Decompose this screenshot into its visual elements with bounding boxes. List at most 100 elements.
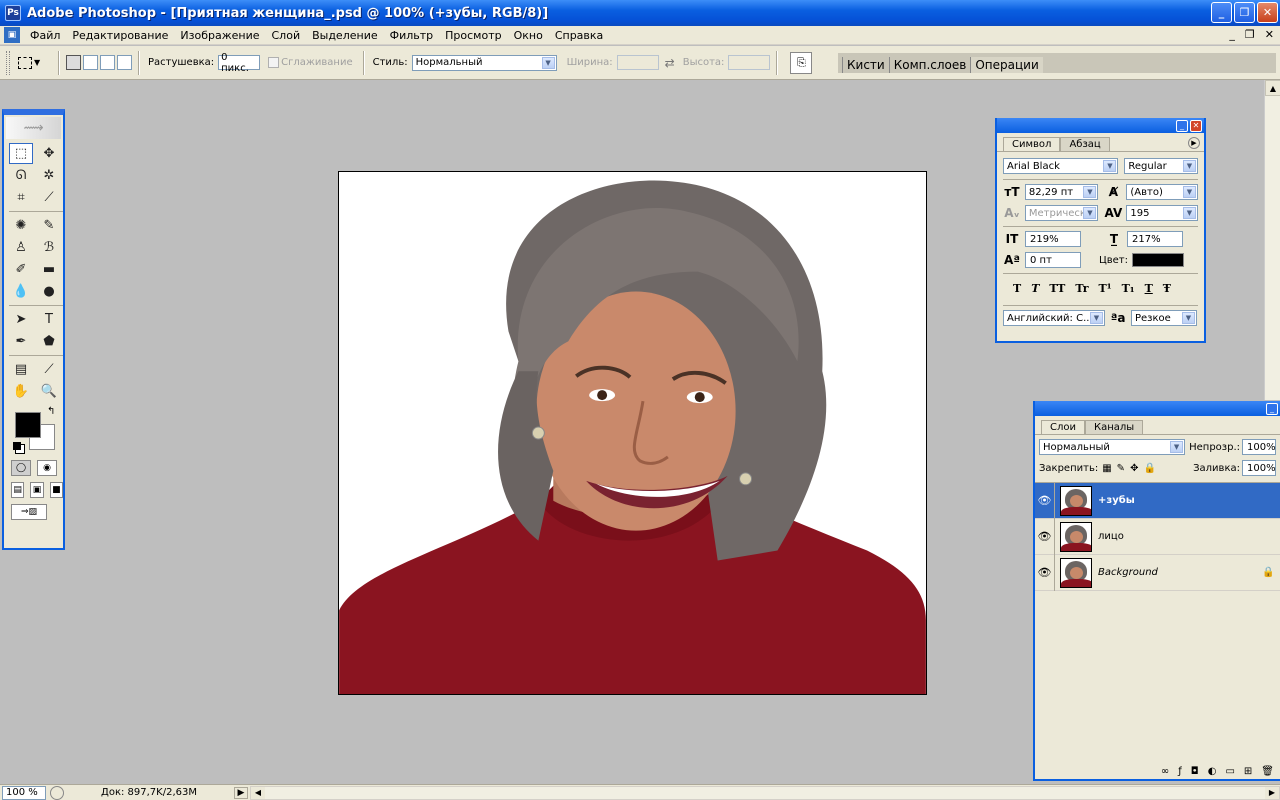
tab-paragraph[interactable]: Абзац [1060, 137, 1110, 151]
all-caps-button[interactable]: TT [1049, 282, 1065, 295]
feather-input[interactable]: 0 пикс. [218, 52, 261, 74]
text-color-swatch[interactable] [1132, 253, 1185, 267]
crop-icon[interactable]: ⌗ [9, 187, 33, 208]
status-info-icon[interactable] [50, 785, 64, 800]
options-grip[interactable] [6, 50, 10, 75]
minimize-button[interactable]: _ [1211, 2, 1232, 23]
lock-transparent-icon[interactable]: ▦ [1102, 463, 1111, 474]
screen-mode-standard-button[interactable]: ▤ [11, 482, 25, 498]
menu-select[interactable]: Выделение [306, 29, 384, 42]
swap-icon[interactable]: ⇄ [665, 56, 675, 70]
document-icon[interactable]: ▣ [4, 27, 20, 43]
layer-row[interactable]: 👁 Background 🔒 [1035, 554, 1280, 591]
intersect-selection-button[interactable] [117, 55, 132, 70]
doc-minimize-button[interactable]: _ [1229, 28, 1235, 41]
lock-position-icon[interactable]: ✥ [1130, 463, 1138, 474]
close-button[interactable]: ✕ [1257, 2, 1278, 23]
eyedropper-icon[interactable]: ⟋ [37, 359, 61, 380]
screen-mode-full-menu-button[interactable]: ▣ [30, 482, 44, 498]
menu-window[interactable]: Окно [508, 29, 549, 42]
tracking-select[interactable]: 195 ▼ [1126, 205, 1198, 221]
language-select[interactable]: Английский: С... ▼ [1003, 310, 1105, 326]
default-colors-icon[interactable] [13, 442, 21, 450]
notes-icon[interactable]: ▤ [9, 359, 33, 380]
layer-style-icon[interactable]: ƒ [1178, 766, 1182, 777]
baseline-shift-input[interactable]: 0 пт [1025, 252, 1081, 268]
brush-icon[interactable]: ✎ [37, 215, 61, 236]
superscript-button[interactable]: T¹ [1099, 282, 1112, 295]
swap-colors-icon[interactable]: ↰ [47, 406, 55, 417]
slice-icon[interactable]: ⟋ [37, 187, 61, 208]
adjustment-layer-icon[interactable]: ◐ [1208, 766, 1217, 777]
layer-row[interactable]: 👁 лицо [1035, 518, 1280, 555]
palette-close-icon[interactable]: ✕ [1190, 119, 1202, 132]
eye-icon[interactable]: 👁 [1035, 518, 1055, 555]
tab-channels[interactable]: Каналы [1085, 420, 1144, 434]
menu-edit[interactable]: Редактирование [66, 29, 174, 42]
lock-image-icon[interactable]: ✎ [1117, 463, 1125, 474]
fill-input[interactable]: 100% [1242, 460, 1276, 476]
scroll-right-icon[interactable]: ▶ [1265, 786, 1279, 799]
layer-row[interactable]: 👁 +зубы [1035, 482, 1280, 519]
menu-image[interactable]: Изображение [174, 29, 265, 42]
tab-layers[interactable]: Слои [1041, 420, 1085, 434]
delete-layer-icon[interactable]: 🗑 [1261, 766, 1274, 777]
doc-close-button[interactable]: ✕ [1265, 28, 1274, 41]
dodge-icon[interactable]: ● [37, 281, 61, 302]
palette-menu-icon[interactable]: ▶ [1188, 137, 1200, 149]
new-group-icon[interactable]: ▭ [1225, 766, 1234, 777]
underline-button[interactable]: T [1145, 282, 1153, 295]
pen-icon[interactable]: ✒ [9, 331, 33, 352]
doc-restore-button[interactable]: ❐ [1245, 28, 1255, 41]
restore-button[interactable]: ❐ [1234, 2, 1255, 23]
screen-mode-full-button[interactable]: ■ [49, 482, 63, 498]
marquee-icon[interactable]: ⬚ [9, 143, 33, 164]
type-icon[interactable]: T [37, 309, 61, 330]
font-family-select[interactable]: Arial Black ▼ [1003, 158, 1119, 174]
file-browser-icon[interactable]: ⎘ [790, 51, 813, 74]
faux-bold-button[interactable]: T [1013, 282, 1021, 295]
well-tab-actions[interactable]: Операции [970, 57, 1043, 73]
menu-filter[interactable]: Фильтр [384, 29, 440, 42]
faux-italic-button[interactable]: T [1031, 282, 1039, 295]
new-selection-button[interactable] [66, 55, 81, 70]
antialias-select[interactable]: Резкое ▼ [1131, 310, 1197, 326]
zoom-input[interactable]: 100 % [2, 785, 46, 800]
subscript-button[interactable]: T₁ [1122, 282, 1135, 295]
eraser-icon[interactable]: ✐ [9, 259, 33, 280]
small-caps-button[interactable]: Tr [1075, 282, 1088, 295]
opacity-input[interactable]: 100% [1242, 439, 1276, 455]
height-input[interactable] [728, 55, 771, 70]
hand-icon[interactable]: ✋ [9, 381, 33, 402]
menu-layer[interactable]: Слой [266, 29, 307, 42]
quickmask-mode-button[interactable]: ◉ [37, 460, 57, 476]
character-palette-titlebar[interactable]: _ ✕ [997, 118, 1204, 133]
lasso-icon[interactable]: ᘏ [9, 165, 33, 186]
kerning-select[interactable]: Метрически ▼ [1024, 205, 1099, 221]
subtract-selection-button[interactable] [100, 55, 115, 70]
stamp-icon[interactable]: ♙ [9, 237, 33, 258]
lock-all-icon[interactable]: 🔒 [1143, 463, 1155, 474]
scroll-left-icon[interactable]: ◀ [251, 786, 265, 799]
workspace-scrollbar[interactable]: ▲ [1264, 80, 1280, 400]
tool-preset-picker[interactable]: ▼ [18, 52, 52, 74]
feather-logo-icon[interactable]: ⟿ [6, 117, 61, 139]
move-icon[interactable]: ✥ [37, 143, 61, 164]
shape-icon[interactable]: ⬟ [37, 331, 61, 352]
tab-character[interactable]: Символ [1003, 137, 1061, 151]
menu-view[interactable]: Просмотр [439, 29, 507, 42]
add-selection-button[interactable] [83, 55, 98, 70]
document-canvas[interactable] [338, 171, 927, 695]
width-input[interactable] [616, 55, 659, 70]
well-tab-layer-comps[interactable]: Комп.слоев [888, 57, 971, 73]
zoom-icon[interactable]: 🔍 [37, 381, 61, 402]
new-layer-icon[interactable]: ⊞ [1244, 766, 1252, 777]
font-style-select[interactable]: Regular ▼ [1124, 158, 1198, 174]
gradient-icon[interactable]: ▬ [37, 259, 61, 280]
status-menu-icon[interactable]: ▶ [234, 786, 248, 799]
strikethrough-button[interactable]: Ŧ [1163, 282, 1171, 295]
horizontal-scrollbar[interactable]: ◀ ▶ [250, 785, 1280, 800]
palette-minimize-icon[interactable]: _ [1176, 119, 1188, 132]
menu-file[interactable]: Файл [24, 29, 66, 42]
magic-wand-icon[interactable]: ✲ [37, 165, 61, 186]
